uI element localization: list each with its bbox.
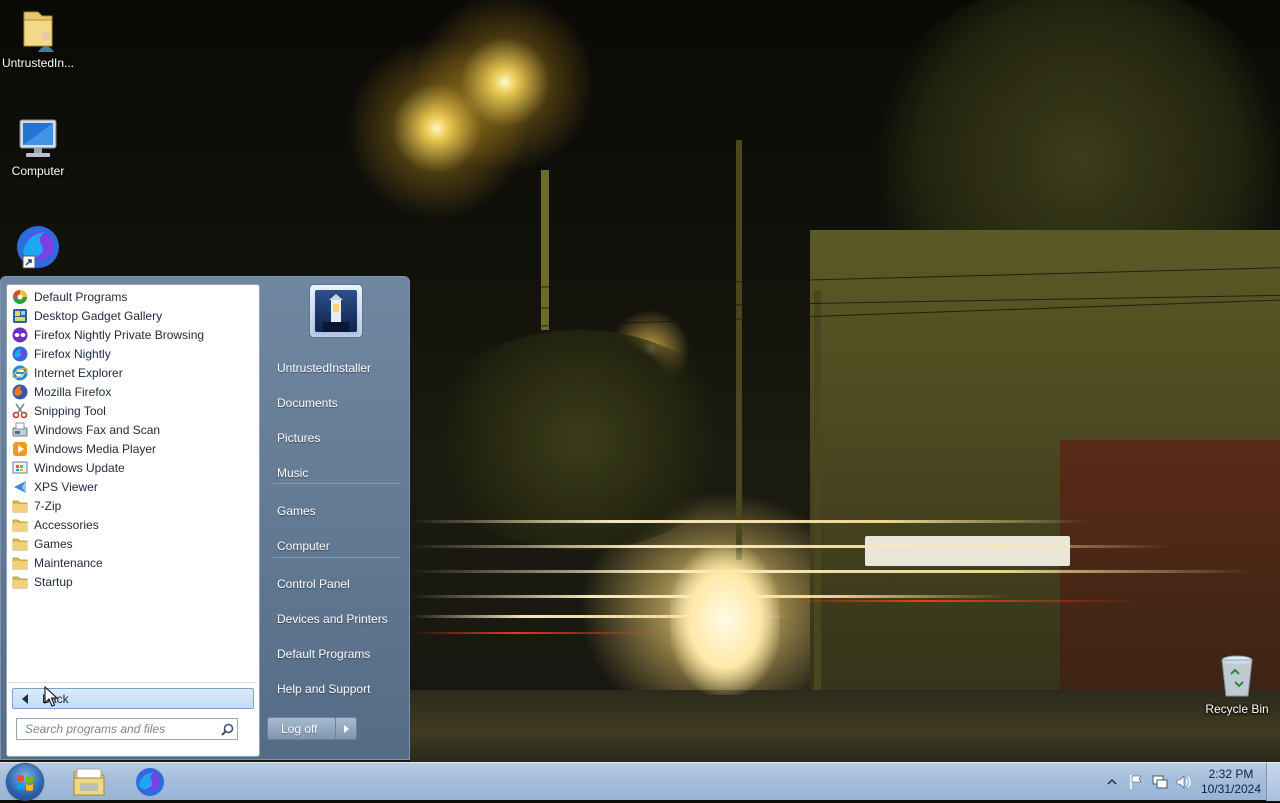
- firefox-nightly-icon: [136, 768, 164, 796]
- program-item-label: Firefox Nightly: [34, 346, 111, 361]
- program-item[interactable]: XPS Viewer: [12, 477, 252, 496]
- computer-icon: [0, 118, 76, 162]
- search-placeholder: Search programs and files: [25, 722, 166, 736]
- program-item-label: Maintenance: [34, 555, 103, 570]
- program-item[interactable]: Internet Explorer: [12, 363, 252, 382]
- program-item-label: Windows Media Player: [34, 441, 157, 456]
- start-menu-link-documents[interactable]: Documents: [267, 390, 405, 416]
- program-item[interactable]: Snipping Tool: [12, 401, 252, 420]
- firefox-nightly-shortcut-icon: [0, 222, 76, 272]
- program-item-label: Desktop Gadget Gallery: [34, 308, 163, 323]
- clock[interactable]: 2:32 PM 10/31/2024: [1196, 767, 1266, 797]
- program-item[interactable]: Games: [12, 534, 252, 553]
- program-item[interactable]: Default Programs: [12, 287, 252, 306]
- program-item-label: Mozilla Firefox: [34, 384, 112, 399]
- action-center-flag-icon[interactable]: [1125, 771, 1147, 793]
- program-item[interactable]: Startup: [12, 572, 252, 591]
- mouse-cursor-icon: [44, 686, 58, 707]
- user-folder-icon: [0, 6, 76, 54]
- program-item[interactable]: Firefox Nightly Private Browsing: [12, 325, 252, 344]
- separator: [273, 483, 401, 484]
- system-tray: 2:32 PM 10/31/2024: [1100, 763, 1280, 801]
- separator: [9, 682, 257, 683]
- desktop-icon-label: Recycle Bin: [1205, 702, 1269, 716]
- firefox-icon: [12, 384, 28, 400]
- start-menu-link-pictures[interactable]: Pictures: [267, 425, 405, 451]
- windows-logo-icon: [17, 775, 33, 791]
- desktop-icon-label: Computer: [11, 164, 65, 178]
- xps-viewer-icon: [12, 479, 28, 495]
- desktop-icon-user-folder[interactable]: UntrustedIn...: [0, 6, 76, 70]
- media-player-icon: [12, 441, 28, 457]
- show-hidden-icons-icon[interactable]: [1101, 771, 1123, 793]
- desktop-icon-firefox-nightly[interactable]: [0, 222, 76, 272]
- taskbar-firefox-nightly-button[interactable]: [120, 764, 180, 800]
- folder-icon: [12, 574, 28, 590]
- start-search-input[interactable]: Search programs and files: [16, 718, 238, 740]
- start-menu-link-help-and-support[interactable]: Help and Support: [267, 676, 405, 702]
- program-item[interactable]: Accessories: [12, 515, 252, 534]
- fax-icon: [12, 422, 28, 438]
- firefox-nightly-icon: [12, 346, 28, 362]
- desktop-icon-computer[interactable]: Computer: [0, 118, 76, 178]
- program-item-label: Windows Update: [34, 460, 125, 475]
- start-menu: Default Programs Desktop Gadget Gallery Fi…: [0, 276, 410, 760]
- recycle-bin-icon: [1199, 652, 1275, 700]
- start-menu-link-games[interactable]: Games: [267, 498, 405, 524]
- folder-explorer-icon: [73, 768, 105, 796]
- program-item[interactable]: Maintenance: [12, 553, 252, 572]
- program-item-label: Firefox Nightly Private Browsing: [34, 327, 205, 342]
- start-menu-link-control-panel[interactable]: Control Panel: [267, 571, 405, 597]
- program-item-label: 7-Zip: [34, 498, 62, 513]
- program-item-label: Internet Explorer: [34, 365, 123, 380]
- user-account-picture[interactable]: [309, 284, 363, 338]
- separator: [273, 557, 401, 558]
- gadget-gallery-icon: [12, 308, 28, 324]
- program-item[interactable]: Firefox Nightly: [12, 344, 252, 363]
- folder-icon: [12, 536, 28, 552]
- program-item-label: Snipping Tool: [34, 403, 106, 418]
- taskbar-explorer-button[interactable]: [59, 764, 119, 800]
- program-item[interactable]: Desktop Gadget Gallery: [12, 306, 252, 325]
- log-off-button[interactable]: Log off: [267, 717, 357, 740]
- program-item-label: Default Programs: [34, 289, 128, 304]
- desktop-icon-label: UntrustedIn...: [1, 56, 75, 70]
- program-item[interactable]: Windows Fax and Scan: [12, 420, 252, 439]
- program-item[interactable]: 7-Zip: [12, 496, 252, 515]
- program-item-label: Games: [34, 536, 73, 551]
- start-menu-link-devices-and-printers[interactable]: Devices and Printers: [267, 606, 405, 632]
- program-item[interactable]: Mozilla Firefox: [12, 382, 252, 401]
- program-item-label: Windows Fax and Scan: [34, 422, 161, 437]
- show-desktop-button[interactable]: [1266, 763, 1280, 801]
- windows-update-icon: [12, 460, 28, 476]
- start-menu-link-default-programs[interactable]: Default Programs: [267, 641, 405, 667]
- scissors-icon: [12, 403, 28, 419]
- shutdown-options-arrow-icon[interactable]: [335, 718, 356, 739]
- network-icon[interactable]: [1149, 771, 1171, 793]
- search-icon[interactable]: [217, 723, 237, 736]
- desktop-icon-recycle-bin[interactable]: Recycle Bin: [1199, 652, 1275, 716]
- program-item[interactable]: Windows Update: [12, 458, 252, 477]
- start-button[interactable]: [7, 764, 43, 800]
- start-menu-link-computer[interactable]: Computer: [267, 533, 405, 559]
- volume-icon[interactable]: [1173, 771, 1195, 793]
- program-item-label: XPS Viewer: [34, 479, 98, 494]
- clock-date: 10/31/2024: [1200, 782, 1262, 796]
- internet-explorer-icon: [12, 365, 28, 381]
- program-item-label: Accessories: [34, 517, 99, 532]
- folder-icon: [12, 498, 28, 514]
- default-programs-icon: [12, 289, 28, 305]
- private-browsing-icon: [12, 327, 28, 343]
- start-menu-link-untrustedinstaller[interactable]: UntrustedInstaller: [267, 355, 405, 381]
- log-off-label: Log off: [281, 721, 318, 736]
- clock-time: 2:32 PM: [1208, 767, 1254, 781]
- program-item[interactable]: Windows Media Player: [12, 439, 252, 458]
- folder-icon: [12, 517, 28, 533]
- taskbar: 2:32 PM 10/31/2024: [0, 762, 1280, 801]
- back-arrow-icon: [22, 693, 28, 704]
- program-item-label: Startup: [34, 574, 73, 589]
- folder-icon: [12, 555, 28, 571]
